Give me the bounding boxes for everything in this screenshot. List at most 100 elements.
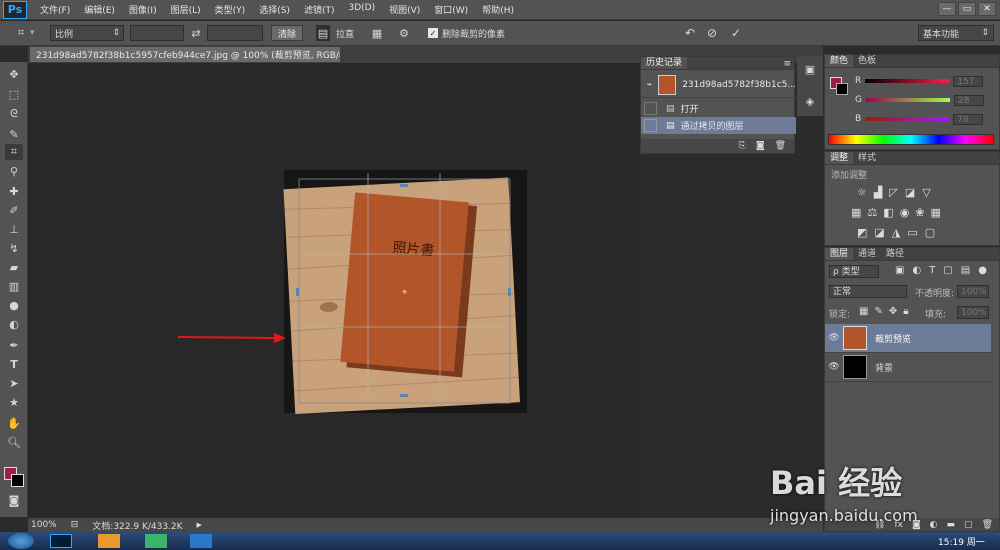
taskbar-photoshop-icon[interactable] [50, 534, 72, 548]
filter-toggle-icon[interactable]: ● [978, 265, 987, 276]
lock-all-icon[interactable]: 🔒︎ [903, 306, 908, 317]
layer-row-selected[interactable]: 👁︎ 裁剪预览 [825, 324, 991, 353]
color-balance-icon[interactable]: ⚖ [867, 206, 877, 219]
layer-name[interactable]: 裁剪预览 [875, 332, 911, 345]
clear-button[interactable]: 清除 [271, 25, 304, 41]
gradient-tool-icon[interactable]: ▥ [5, 278, 23, 294]
stamp-tool-icon[interactable]: ⊥ [5, 221, 23, 237]
camera-icon[interactable]: ◙ [756, 141, 765, 151]
tab-paths[interactable]: 路径 [881, 248, 909, 260]
lock-position-icon[interactable]: ✥ [889, 306, 897, 317]
crop-tool-icon[interactable]: ⌗ [12, 25, 30, 41]
visibility-eye-icon[interactable]: 👁︎ [825, 333, 843, 343]
r-slider[interactable] [865, 79, 950, 83]
properties-icon[interactable]: ◈ [797, 92, 823, 110]
gear-icon[interactable]: ⚙ [396, 25, 412, 41]
reset-icon[interactable]: ↶ [683, 25, 697, 41]
exposure-icon[interactable]: ◪ [905, 186, 915, 199]
menu-item[interactable]: 帮助(H) [475, 3, 521, 16]
brush-tool-icon[interactable]: ✐ [5, 202, 23, 218]
straighten-label[interactable]: 拉直 [336, 25, 354, 41]
tab-swatches[interactable]: 色板 [853, 55, 881, 67]
pen-tool-icon[interactable]: ✒ [5, 337, 23, 353]
brightness-icon[interactable]: ☼ [857, 186, 867, 199]
r-value[interactable]: 157 [953, 75, 984, 87]
shape-tool-icon[interactable]: ★ [5, 394, 23, 410]
workspace-select[interactable]: 基本功能 ⇕ [918, 25, 994, 41]
quick-select-tool-icon[interactable]: ✎ [5, 126, 23, 142]
gradient-map-icon[interactable]: ▭ [907, 226, 917, 239]
delete-cropped-checkbox[interactable]: ✓ [428, 28, 438, 38]
marquee-tool-icon[interactable]: ⬚ [5, 86, 23, 102]
height-input[interactable] [207, 25, 263, 41]
curves-icon[interactable]: ◸ [889, 186, 897, 199]
history-item[interactable]: ▤ 打开 [641, 100, 796, 117]
tab-styles[interactable]: 样式 [853, 152, 881, 164]
document-tab[interactable]: 231d98ad5782f38b1c5957cfeb944ce7.jpg @ 1… [30, 47, 340, 62]
tab-history[interactable]: 历史记录 [641, 57, 688, 69]
g-value[interactable]: 28 [953, 94, 984, 106]
selective-color-icon[interactable]: ▢ [925, 226, 935, 239]
background-swatch[interactable] [836, 83, 848, 95]
blur-tool-icon[interactable]: ● [5, 297, 23, 313]
grid-overlay-icon[interactable]: ▦ [370, 25, 384, 41]
menu-item[interactable]: 选择(S) [252, 3, 297, 16]
adjustment-filter-icon[interactable]: ◐ [912, 265, 921, 276]
menu-item[interactable]: 视图(V) [382, 3, 427, 16]
menu-item[interactable]: 编辑(E) [77, 3, 122, 16]
layer-filter-select[interactable]: ρ 类型 [829, 265, 879, 278]
brush-source-checkbox[interactable] [644, 102, 657, 115]
maximize-button[interactable]: ▭ [958, 2, 976, 16]
menu-item[interactable]: 图像(I) [122, 3, 164, 16]
menu-item[interactable]: 文件(F) [33, 3, 77, 16]
black-white-icon[interactable]: ◧ [883, 206, 893, 219]
info-icon[interactable]: ▣ [797, 60, 823, 78]
pixel-filter-icon[interactable]: ▣ [895, 265, 904, 276]
g-slider[interactable] [865, 98, 950, 102]
eraser-tool-icon[interactable]: ▰ [5, 259, 23, 275]
panel-menu-icon[interactable]: ≡ [783, 59, 794, 69]
color-spectrum[interactable] [828, 134, 994, 145]
zoom-tool-icon[interactable]: 🔍︎ [5, 434, 23, 450]
move-tool-icon[interactable]: ✥ [5, 66, 23, 82]
menu-item[interactable]: 类型(Y) [208, 3, 253, 16]
visibility-eye-icon[interactable]: 👁︎ [825, 362, 843, 372]
new-document-icon[interactable]: ⎘ [739, 141, 746, 151]
color-lookup-icon[interactable]: ▦ [931, 206, 941, 219]
tab-adjustments[interactable]: 调整 [825, 152, 854, 164]
layer-name[interactable]: 背景 [875, 361, 893, 374]
swap-icon[interactable]: ⇄ [189, 25, 203, 41]
type-filter-icon[interactable]: T [929, 265, 935, 276]
menu-item[interactable]: 窗口(W) [427, 3, 475, 16]
menu-item[interactable]: 图层(L) [164, 3, 208, 16]
opacity-input[interactable]: 100% [957, 285, 989, 298]
history-snapshot[interactable]: ⌁ 231d98ad5782f38b1c5... [641, 72, 796, 98]
path-select-icon[interactable]: ➤ [5, 375, 23, 391]
lock-image-icon[interactable]: ✎ [874, 306, 882, 317]
healing-brush-icon[interactable]: ✚ [5, 183, 23, 199]
taskbar-clock[interactable]: 15:19 周一 [938, 535, 985, 548]
width-input[interactable] [130, 25, 184, 41]
tab-layers[interactable]: 图层 [825, 248, 854, 260]
straighten-icon[interactable]: ▤ [316, 25, 330, 41]
commit-check-icon[interactable]: ✓ [729, 25, 743, 41]
threshold-icon[interactable]: ◮ [892, 226, 900, 239]
b-slider[interactable] [865, 117, 950, 121]
layer-row[interactable]: 👁︎ 背景 [825, 353, 991, 382]
delete-cropped-option[interactable]: ✓ 删除裁剪的像素 [428, 25, 505, 41]
posterize-icon[interactable]: ◪ [874, 226, 884, 239]
fill-input[interactable]: 100% [957, 306, 989, 319]
trash-icon[interactable]: 🗑︎ [775, 141, 786, 151]
quick-mask-icon[interactable]: ◙ [5, 492, 23, 508]
taskbar-app-icon[interactable] [145, 534, 167, 548]
lock-transparent-icon[interactable]: ▦ [859, 306, 868, 317]
minimize-button[interactable]: — [938, 2, 956, 16]
invert-icon[interactable]: ◩ [857, 226, 867, 239]
zoom-level[interactable]: 100% [31, 520, 57, 530]
photo-filter-icon[interactable]: ◉ [900, 206, 910, 219]
background-color-swatch[interactable] [11, 474, 24, 487]
taskbar-app-icon[interactable] [98, 534, 120, 548]
vibrance-icon[interactable]: ▽ [922, 186, 930, 199]
eyedropper-tool-icon[interactable]: ⚲ [5, 163, 23, 179]
smart-object-filter-icon[interactable]: ▤ [961, 265, 970, 276]
